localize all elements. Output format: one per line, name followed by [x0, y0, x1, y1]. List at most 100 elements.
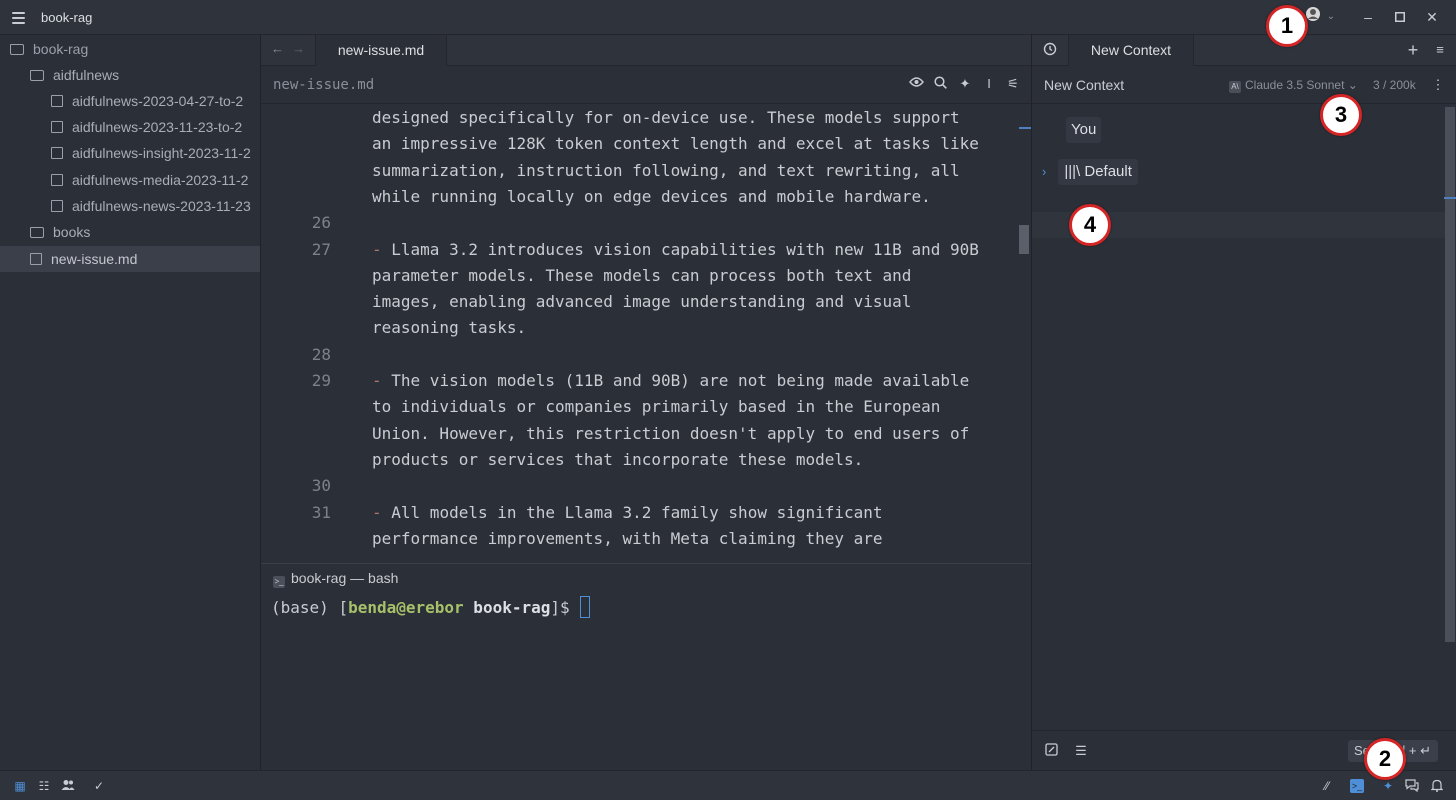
chevron-right-icon[interactable]: ›: [1042, 164, 1046, 179]
code-line-text: All models in the Llama 3.2 family show …: [381, 502, 883, 522]
code-line-text: while running locally on edge devices an…: [372, 186, 931, 206]
close-window-icon[interactable]: ✕: [1421, 6, 1443, 28]
model-selector[interactable]: A\ Claude 3.5 Sonnet ⌄: [1229, 78, 1358, 93]
you-role-label[interactable]: You: [1066, 117, 1102, 143]
folder-icon: [30, 227, 44, 238]
assistant-scrollbar[interactable]: [1445, 107, 1455, 642]
chevron-down-icon[interactable]: ⌄: [1320, 6, 1342, 28]
collaborators-icon[interactable]: [61, 779, 75, 793]
line-number: 29: [311, 371, 331, 390]
code-line-text: designed specifically for on-device use.…: [372, 108, 960, 127]
code-line: summarization, instruction following, an…: [372, 161, 1012, 180]
tree-item-file[interactable]: aidfulnews-media-2023-11-2: [0, 167, 260, 193]
book-icon: [51, 147, 63, 159]
outline-list-icon[interactable]: ☰: [1073, 743, 1089, 759]
check-icon[interactable]: ✓: [92, 779, 106, 793]
plus-icon[interactable]: +: [1405, 41, 1421, 59]
terminal-prompt[interactable]: (base) [benda@erebor book-rag]$: [271, 596, 590, 618]
copilot-icon[interactable]: ⁄⁄: [1320, 779, 1334, 793]
code-line: - All models in the Llama 3.2 family sho…: [372, 503, 1012, 522]
default-prompt-row[interactable]: › |||\ Default: [1042, 159, 1138, 185]
code-line: images, enabling advanced image understa…: [372, 292, 1012, 311]
back-arrow-icon[interactable]: ←: [271, 41, 284, 56]
book-icon: [51, 121, 63, 133]
editor-scrollbar[interactable]: [1019, 225, 1029, 254]
default-label: Default: [1084, 163, 1132, 180]
code-line: - The vision models (11B and 90B) are no…: [372, 371, 1012, 390]
settings-sliders-icon[interactable]: ⚟: [1005, 76, 1021, 92]
code-line-text: an impressive 128K token context length …: [372, 134, 979, 154]
forward-arrow-icon[interactable]: →: [292, 41, 305, 56]
outline-icon[interactable]: ☷: [37, 779, 51, 793]
tree-item-file[interactable]: aidfulnews-insight-2023-11-2: [0, 140, 260, 166]
terminal-tab-label: book-rag — bash: [291, 570, 399, 586]
terminal-pane[interactable]: >_ book-rag — bash (base) [benda@erebor b…: [261, 563, 1031, 770]
terminal-panel-icon[interactable]: >_: [1350, 779, 1364, 793]
code-view[interactable]: designed specifically for on-device use.…: [261, 105, 1031, 563]
tree-item-new-issue[interactable]: new-issue.md: [0, 246, 260, 272]
code-line: products or services that incorporate th…: [372, 450, 1012, 469]
terminal-icon: >_: [273, 576, 285, 588]
code-line-text: to individuals or companies primarily ba…: [372, 397, 941, 417]
tree-item-label: aidfulnews-media-2023-11-2: [72, 172, 249, 188]
terminal-tab[interactable]: >_ book-rag — bash: [273, 570, 398, 588]
maximize-icon[interactable]: [1389, 6, 1411, 28]
assistant-sparkle-icon[interactable]: ✦: [1381, 779, 1395, 793]
preview-eye-icon[interactable]: [908, 76, 924, 92]
code-line: Union. However, this restriction doesn't…: [372, 424, 1012, 443]
assistant-tab-bar: New Context + ≡: [1032, 35, 1456, 66]
terminal-cursor: [579, 596, 590, 618]
tree-item-label: aidfulnews: [53, 67, 120, 83]
project-panel-icon[interactable]: ▦: [13, 779, 27, 793]
code-line-text: parameter models. These models can proce…: [372, 265, 912, 285]
book-icon: [51, 200, 63, 212]
title-bar: book-rag ⌄ – ✕: [0, 0, 1456, 35]
tree-item-file[interactable]: aidfulnews-news-2023-11-23: [0, 193, 260, 219]
code-line-text: summarization, instruction following, an…: [372, 160, 960, 180]
code-line-text: reasoning tasks.: [372, 318, 527, 338]
tab-new-issue[interactable]: new-issue.md: [315, 35, 447, 66]
scroll-position-marker: [1444, 197, 1456, 199]
callout-2: 2: [1364, 738, 1406, 780]
line-number: 31: [311, 502, 331, 522]
text-cursor-icon[interactable]: I: [981, 76, 997, 92]
model-name: Claude 3.5 Sonnet: [1245, 78, 1345, 92]
callout-3: 3: [1320, 94, 1362, 136]
breadcrumb[interactable]: new-issue.md: [273, 77, 374, 93]
tree-item-label: new-issue.md: [51, 251, 138, 267]
history-icon[interactable]: [1042, 42, 1058, 58]
hamburger-menu-icon[interactable]: [12, 9, 30, 25]
list-menu-icon[interactable]: ≡: [1432, 42, 1448, 58]
tree-item-label: aidfulnews-news-2023-11-23: [72, 198, 251, 214]
assistant-panel: New Context + ≡ New Context A\ Claude 3.5…: [1031, 35, 1456, 770]
bell-icon[interactable]: [1430, 779, 1444, 793]
tree-item-books[interactable]: books: [0, 219, 260, 245]
folder-open-icon: [30, 70, 44, 81]
editor-tab-bar: ← → new-issue.md: [261, 35, 1031, 66]
minimize-icon[interactable]: –: [1357, 6, 1379, 28]
tree-item-label: aidfulnews-2023-11-23-to-2: [72, 119, 243, 135]
tree-item-aidfulnews[interactable]: aidfulnews: [0, 62, 260, 88]
tree-item-book-rag[interactable]: book-rag: [0, 36, 260, 62]
line-number: 26: [311, 213, 331, 233]
prompt-user: benda@erebor: [348, 598, 464, 617]
more-vertical-icon[interactable]: ⋮: [1430, 77, 1446, 93]
book-icon: [30, 253, 42, 265]
insert-file-icon[interactable]: [1043, 743, 1059, 759]
token-count: 3 / 200k: [1373, 78, 1416, 92]
callout-1: 1: [1266, 5, 1308, 47]
tab-new-context[interactable]: New Context: [1068, 35, 1194, 66]
library-icon: |||\: [1064, 163, 1081, 180]
sparkle-assist-icon[interactable]: ✦: [957, 76, 973, 92]
chevron-down-icon: ⌄: [1347, 78, 1358, 92]
code-line-text: products or services that incorporate th…: [372, 449, 864, 469]
tree-item-file[interactable]: aidfulnews-2023-04-27-to-2: [0, 88, 260, 114]
tree-item-file[interactable]: aidfulnews-2023-11-23-to-2: [0, 114, 260, 140]
editor-pane: ← → new-issue.md new-issue.md ✦ I ⚟ desi…: [261, 35, 1031, 563]
chat-icon[interactable]: [1405, 779, 1419, 793]
book-icon: [51, 174, 63, 186]
tree-item-label: book-rag: [33, 41, 89, 57]
search-icon[interactable]: [932, 76, 948, 92]
prompt-dir: book-rag: [463, 598, 551, 617]
code-line: to individuals or companies primarily ba…: [372, 397, 1012, 416]
